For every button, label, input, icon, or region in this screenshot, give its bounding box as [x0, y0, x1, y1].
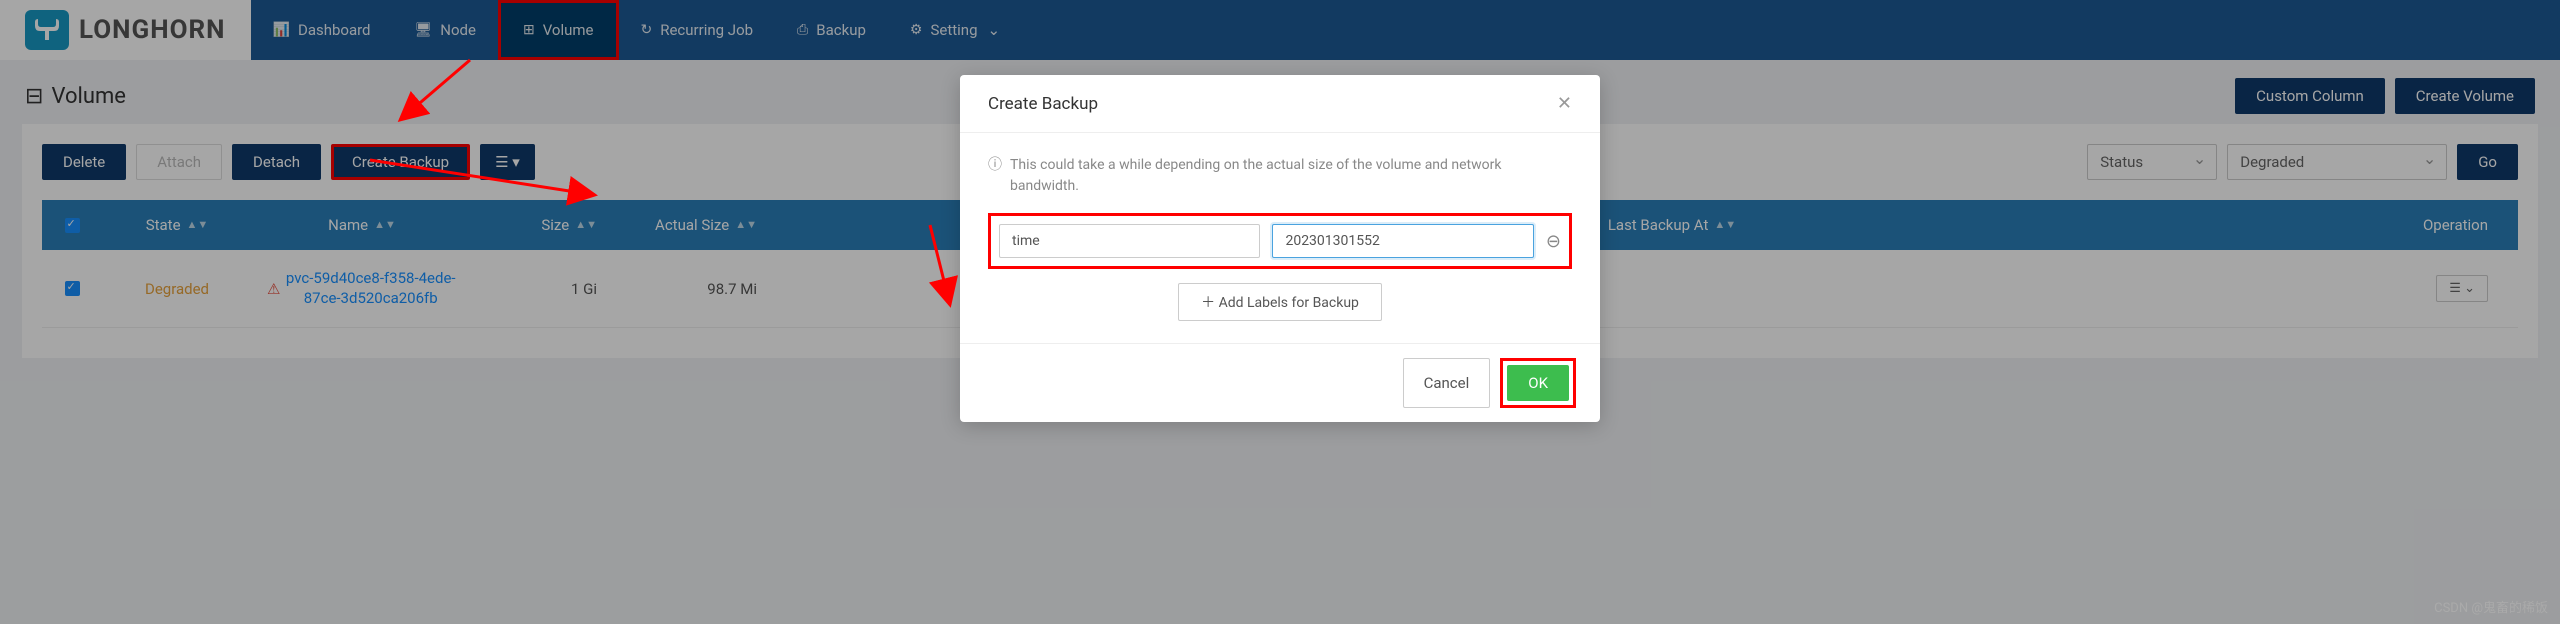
watermark: CSDN @鬼畜的稀饭 [2434, 597, 2548, 616]
modal-footer: Cancel OK [960, 343, 1600, 422]
modal-body: ⓘ This could take a while depending on t… [960, 133, 1600, 343]
modal-info: ⓘ This could take a while depending on t… [988, 155, 1572, 197]
remove-label-icon[interactable]: ⊖ [1546, 231, 1561, 252]
cancel-button[interactable]: Cancel [1403, 358, 1491, 408]
label-value-input[interactable] [1272, 224, 1533, 258]
modal-title: Create Backup [988, 94, 1098, 114]
info-icon: ⓘ [988, 155, 1002, 197]
label-input-row: ⊖ [988, 213, 1572, 269]
ok-button[interactable]: OK [1507, 365, 1569, 401]
close-icon[interactable]: ✕ [1557, 93, 1572, 114]
create-backup-modal: Create Backup ✕ ⓘ This could take a whil… [960, 75, 1600, 422]
modal-header: Create Backup ✕ [960, 75, 1600, 133]
add-labels-button[interactable]: ＋ Add Labels for Backup [1178, 283, 1382, 321]
label-key-input[interactable] [999, 224, 1260, 258]
